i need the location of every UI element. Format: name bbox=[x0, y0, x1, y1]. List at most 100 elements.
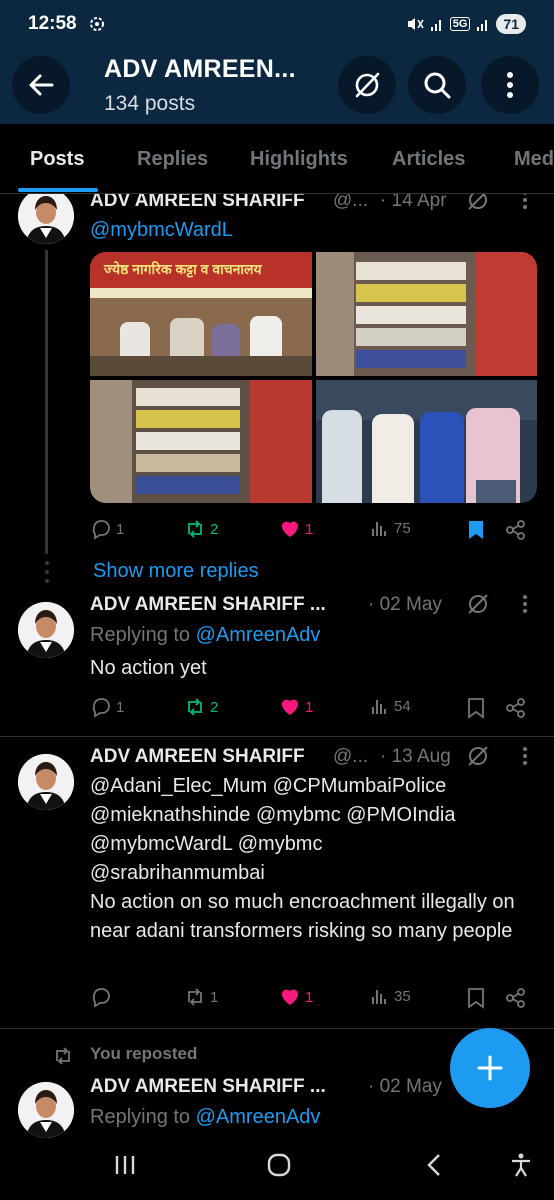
share-icon[interactable] bbox=[505, 987, 527, 1009]
system-nav-bar bbox=[0, 1140, 554, 1200]
tab-replies[interactable]: Replies bbox=[137, 148, 208, 171]
like-count: 1 bbox=[305, 698, 314, 716]
replying-to-handle[interactable]: @AmreenAdv bbox=[196, 624, 321, 646]
home-icon[interactable] bbox=[266, 1152, 292, 1178]
share-icon[interactable] bbox=[505, 519, 527, 541]
post-date: · 13 Aug bbox=[380, 746, 451, 767]
heart-filled-icon bbox=[282, 699, 298, 715]
views-icon bbox=[372, 990, 386, 1004]
mentions-line[interactable]: @mieknathshinde @mybmc @PMOIndia bbox=[90, 801, 540, 830]
thread-line bbox=[45, 250, 48, 554]
profile-name: ADV AMREEN... bbox=[104, 55, 296, 83]
media-photo[interactable] bbox=[90, 380, 312, 503]
reply-button[interactable]: 1 bbox=[90, 696, 124, 718]
accessibility-icon[interactable] bbox=[508, 1152, 534, 1178]
tab-highlights[interactable]: Highlights bbox=[250, 148, 348, 171]
share-icon[interactable] bbox=[505, 697, 527, 719]
repost-button[interactable]: 2 bbox=[184, 696, 218, 718]
repost-button[interactable]: 1 bbox=[184, 986, 218, 1008]
views-icon bbox=[372, 522, 386, 536]
profile-header: ADV AMREEN... 134 posts bbox=[0, 48, 554, 124]
repost-count: 2 bbox=[210, 698, 219, 716]
bookmark-filled-icon[interactable] bbox=[466, 519, 486, 541]
status-bar: 12:58 5G 71 bbox=[0, 0, 554, 48]
replying-to-handle[interactable]: @AmreenAdv bbox=[196, 1106, 321, 1128]
view-count: 35 bbox=[394, 987, 411, 1005]
more-vertical-icon[interactable] bbox=[515, 194, 535, 210]
battery-indicator: 71 bbox=[496, 14, 526, 34]
post-item[interactable]: ADV AMREEN SHARIFF @... · 14 Apr @mybmcW… bbox=[0, 194, 554, 554]
mute-icon bbox=[407, 18, 424, 30]
post-feed[interactable]: ADV AMREEN SHARIFF @... · 14 Apr @mybmcW… bbox=[0, 194, 554, 1140]
mentions-line[interactable]: @srabrihanmumbai bbox=[90, 859, 540, 888]
repost-button[interactable]: 2 bbox=[184, 518, 218, 540]
grok-icon[interactable] bbox=[466, 592, 490, 616]
views-button[interactable]: 54 bbox=[370, 696, 411, 716]
grok-icon[interactable] bbox=[466, 744, 490, 768]
avatar[interactable] bbox=[18, 754, 74, 810]
reply-count: 1 bbox=[116, 698, 125, 716]
avatar[interactable] bbox=[18, 1082, 74, 1138]
mentions-line[interactable]: @mybmcWardL @mybmc bbox=[90, 830, 540, 859]
tab-media[interactable]: Med bbox=[514, 148, 554, 171]
like-button[interactable]: 1 bbox=[279, 696, 313, 718]
status-indicators: 5G 71 bbox=[406, 14, 526, 34]
search-button[interactable] bbox=[408, 56, 466, 114]
repost-icon bbox=[56, 1047, 70, 1065]
like-button[interactable]: 1 bbox=[279, 986, 313, 1008]
status-time: 12:58 bbox=[28, 13, 77, 34]
signboard-text: ज्येष्ठ नागरिक कट्टा व वाचनालय bbox=[104, 261, 262, 277]
like-button[interactable]: 1 bbox=[279, 518, 313, 540]
reply-icon bbox=[92, 698, 110, 718]
author-handle: @... bbox=[333, 194, 369, 211]
avatar[interactable] bbox=[18, 602, 74, 658]
search-icon bbox=[424, 72, 451, 99]
media-photo[interactable] bbox=[316, 380, 537, 503]
grok-button[interactable] bbox=[338, 56, 396, 114]
compose-button[interactable] bbox=[450, 1028, 530, 1108]
views-button[interactable]: 35 bbox=[370, 986, 411, 1006]
avatar[interactable] bbox=[18, 194, 74, 244]
post-text: No action yet bbox=[90, 657, 207, 679]
reply-count: 1 bbox=[116, 520, 125, 538]
like-count: 1 bbox=[305, 988, 314, 1006]
network-type: 5G bbox=[449, 17, 471, 31]
post-text: No action on so much encroachment illega… bbox=[90, 891, 515, 942]
show-more-replies-row[interactable]: Show more replies bbox=[0, 554, 554, 590]
grok-icon[interactable] bbox=[466, 194, 490, 212]
tab-articles[interactable]: Articles bbox=[392, 148, 465, 171]
reply-button[interactable] bbox=[90, 986, 116, 1008]
back-nav-icon[interactable] bbox=[422, 1152, 448, 1178]
tab-posts[interactable]: Posts bbox=[30, 148, 84, 171]
bookmark-icon[interactable] bbox=[466, 987, 486, 1009]
view-count: 54 bbox=[394, 697, 411, 715]
media-grid[interactable]: ज्येष्ठ नागरिक कट्टा व वाचनालय bbox=[90, 252, 537, 503]
bookmark-icon[interactable] bbox=[466, 697, 486, 719]
author-name[interactable]: ADV AMREEN SHARIFF ... bbox=[90, 1076, 326, 1098]
author-name[interactable]: ADV AMREEN SHARIFF bbox=[90, 746, 305, 768]
active-tab-indicator bbox=[18, 188, 98, 192]
more-vertical-icon[interactable] bbox=[515, 746, 535, 766]
post-date: · 02 May bbox=[368, 594, 442, 615]
author-name[interactable]: ADV AMREEN SHARIFF bbox=[90, 194, 305, 212]
post-item[interactable]: ADV AMREEN SHARIFF ... · 02 May Replying… bbox=[0, 594, 554, 736]
views-button[interactable]: 75 bbox=[370, 518, 411, 538]
media-photo[interactable]: ज्येष्ठ नागरिक कट्टा व वाचनालय bbox=[90, 252, 312, 376]
author-handle: @... bbox=[333, 746, 369, 767]
settings-icon bbox=[89, 17, 104, 31]
media-photo[interactable] bbox=[316, 252, 537, 376]
show-more-replies-link[interactable]: Show more replies bbox=[93, 560, 259, 583]
reply-button[interactable]: 1 bbox=[90, 518, 124, 540]
back-button[interactable] bbox=[12, 56, 70, 114]
more-options-button[interactable] bbox=[481, 56, 539, 114]
more-vertical-icon[interactable] bbox=[515, 594, 535, 614]
author-name[interactable]: ADV AMREEN SHARIFF ... bbox=[90, 594, 326, 616]
post-item[interactable]: ADV AMREEN SHARIFF @... · 13 Aug @Adani_… bbox=[0, 746, 554, 1026]
post-date: · 02 May bbox=[368, 1076, 442, 1097]
mentions-line[interactable]: @Adani_Elec_Mum @CPMumbaiPolice bbox=[90, 772, 540, 801]
post-count: 134 posts bbox=[104, 92, 196, 115]
recent-apps-icon[interactable] bbox=[112, 1152, 138, 1178]
avatar-image bbox=[18, 1082, 74, 1138]
avatar-image bbox=[18, 194, 74, 244]
mention-link[interactable]: @mybmcWardL bbox=[90, 219, 233, 242]
